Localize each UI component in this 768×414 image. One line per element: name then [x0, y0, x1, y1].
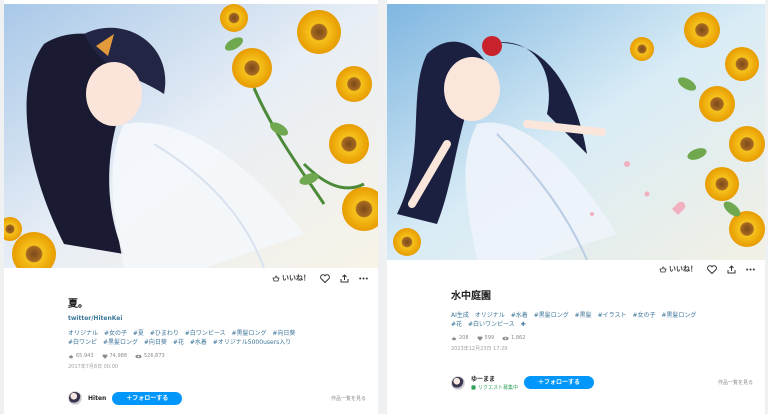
author-name[interactable]: Hiten [88, 395, 106, 402]
view-count-value: 1,862 [511, 335, 526, 341]
tag[interactable]: #女の子 [104, 330, 127, 337]
avatar[interactable] [451, 375, 465, 390]
like-icon [68, 354, 74, 358]
like-count: 65,943 [68, 353, 94, 359]
like-icon [451, 336, 457, 340]
author-row: ゆーまま リクエスト募集中 ＋フォローする 作品一覧を見る [451, 374, 753, 391]
tag[interactable]: #オリジナル5000users入り [213, 339, 292, 346]
tag[interactable]: #黒髪ロング [661, 312, 696, 319]
bookmark-count: 74,988 [102, 353, 128, 359]
artwork-illustration [387, 4, 765, 260]
follow-button[interactable]: ＋フォローする [524, 376, 595, 389]
view-count: 526,873 [135, 353, 165, 359]
post-date: 2023年12月23日 17:29 [451, 346, 508, 352]
see-all-works-link[interactable]: 作品一覧を見る [718, 379, 753, 386]
screenshot-root: いいね！ 夏。 twitter/HitenKei オリジナル #女の子 #夏 #… [0, 0, 768, 414]
artwork-title: 夏。 [68, 299, 88, 310]
like-button[interactable]: いいね！ [659, 264, 697, 274]
bookmark-count: 599 [477, 335, 495, 341]
tag[interactable]: #水着 [190, 339, 207, 346]
tag[interactable]: #白ワンピ [68, 339, 97, 346]
artwork-image-right[interactable] [387, 4, 765, 260]
view-count: 1,862 [502, 335, 525, 341]
tag[interactable]: #ひまわり [150, 330, 179, 337]
bookmark-icon [477, 335, 482, 341]
like-button[interactable]: いいね！ [272, 273, 310, 283]
follow-button[interactable]: ＋フォローする [112, 391, 183, 405]
more-icon[interactable] [746, 268, 755, 271]
like-label: いいね！ [669, 265, 697, 273]
more-icon[interactable] [359, 277, 368, 280]
request-icon [471, 385, 476, 390]
tag[interactable]: オリジナル [68, 330, 98, 337]
stats-row: 208 599 1,862 [451, 335, 753, 341]
artwork-info: 水中庭園 AI生成 オリジナル #水着 #黒髪ロング #黒髪 #イラスト #女の… [387, 290, 765, 352]
tag[interactable]: #向日葵 [144, 339, 167, 346]
like-count: 208 [451, 335, 469, 341]
action-bar: いいね！ [659, 264, 755, 274]
author-block: ゆーまま リクエスト募集中 [471, 374, 518, 391]
like-icon [272, 275, 280, 281]
eye-icon [502, 336, 509, 340]
artwork-panel-right: いいね！ 水中庭園 AI生成 オリジナル #水着 #黒髪ロング #黒髪 #イラス… [387, 0, 765, 414]
tag[interactable]: #夏 [133, 330, 144, 337]
see-all-works-link[interactable]: 作品一覧を見る [331, 395, 366, 402]
artwork-panel-left: いいね！ 夏。 twitter/HitenKei オリジナル #女の子 #夏 #… [4, 0, 378, 414]
tag[interactable]: #女の子 [632, 312, 655, 319]
like-count-value: 65,943 [76, 353, 94, 359]
external-link[interactable]: twitter/HitenKei [68, 315, 364, 322]
tag[interactable]: #黒髪ロング [231, 330, 266, 337]
tag[interactable]: #花 [451, 321, 462, 328]
tag[interactable]: #黒髪ロング [103, 339, 138, 346]
tag[interactable]: #黒髪ロング [534, 312, 569, 319]
tag[interactable]: #イラスト [598, 312, 627, 319]
artwork-title: 水中庭園 [451, 291, 491, 302]
request-badge-label: リクエスト募集中 [478, 385, 519, 391]
eye-icon [135, 354, 142, 358]
view-count-value: 526,873 [144, 353, 165, 359]
stats-row: 65,943 74,988 526,873 [68, 353, 364, 359]
post-date: 2017年7月8日 00:00 [68, 364, 119, 370]
tag[interactable]: オリジナル [475, 312, 505, 319]
like-count-value: 208 [459, 335, 469, 341]
tag[interactable]: #白ワンピース [185, 330, 226, 337]
heart-icon[interactable] [707, 264, 717, 274]
like-icon [659, 266, 667, 272]
author-row: Hiten ＋フォローする 作品一覧を見る [68, 391, 366, 405]
author-name[interactable]: ゆーまま [471, 374, 518, 383]
artwork-illustration [4, 4, 378, 268]
artwork-info: 夏。 twitter/HitenKei オリジナル #女の子 #夏 #ひまわり … [4, 298, 378, 370]
tag[interactable]: #水着 [511, 312, 528, 319]
bookmark-count-value: 599 [484, 335, 495, 341]
avatar[interactable] [68, 391, 82, 405]
tag[interactable]: #向日葵 [272, 330, 295, 337]
artwork-image-left[interactable] [4, 4, 378, 268]
share-icon[interactable] [727, 264, 736, 274]
tag[interactable]: #白いワンピース [468, 321, 515, 328]
add-tag-icon[interactable]: ✚ [521, 321, 526, 328]
bookmark-count-value: 74,988 [109, 353, 128, 359]
tag-list: オリジナル #女の子 #夏 #ひまわり #白ワンピース #黒髪ロング #向日葵 … [68, 329, 328, 347]
tag[interactable]: AI生成 [451, 312, 469, 319]
request-badge[interactable]: リクエスト募集中 [471, 384, 518, 391]
heart-icon[interactable] [320, 273, 330, 283]
like-label: いいね！ [282, 274, 310, 282]
bookmark-icon [102, 353, 107, 359]
tag[interactable]: #黒髪 [575, 312, 592, 319]
tag[interactable]: #花 [173, 339, 184, 346]
tag-list: AI生成 オリジナル #水着 #黒髪ロング #黒髪 #イラスト #女の子 #黒髪… [451, 311, 711, 329]
share-icon[interactable] [340, 273, 349, 283]
action-bar: いいね！ [272, 273, 368, 283]
